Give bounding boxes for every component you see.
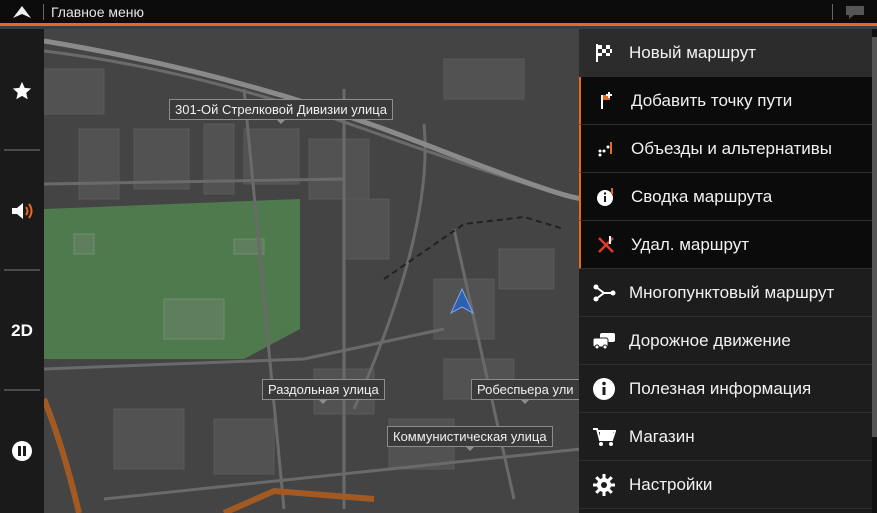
- gear-icon: [579, 461, 629, 509]
- pause-button[interactable]: [0, 429, 44, 473]
- favorites-button[interactable]: [0, 69, 44, 113]
- menu-item-label: Объезды и альтернативы: [631, 138, 833, 158]
- up-arrow-icon[interactable]: [0, 0, 44, 23]
- detour-icon: [581, 125, 631, 173]
- sound-button[interactable]: [0, 189, 44, 233]
- view-mode-button[interactable]: 2D: [0, 309, 44, 353]
- menu-item-route-summary[interactable]: Сводка маршрута: [579, 173, 872, 221]
- menu-item-add-waypoint[interactable]: Добавить точку пути: [579, 77, 872, 125]
- menu-item-useful-info[interactable]: Полезная информация: [579, 365, 872, 413]
- menu-item-label: Настройки: [629, 474, 713, 494]
- cart-icon: [579, 413, 629, 461]
- checkered-flag-icon: [579, 29, 629, 77]
- delete-route-icon: [581, 221, 631, 269]
- top-bar: Главное меню: [0, 0, 877, 26]
- add-waypoint-icon: [581, 77, 631, 125]
- menu-item-label: Полезная информация: [629, 378, 812, 398]
- traffic-icon: [579, 317, 629, 365]
- scrollbar-thumb[interactable]: [872, 37, 877, 437]
- menu-item-label: Дорожное движение: [629, 330, 791, 350]
- info-icon: [579, 365, 629, 413]
- main-menu: Новый маршрут Добавить точку пути Объезд…: [579, 29, 872, 513]
- street-label: Коммунистическая улица: [387, 426, 553, 451]
- pause-icon: [12, 441, 32, 461]
- divider: [4, 269, 40, 271]
- message-bubble-icon[interactable]: [840, 2, 870, 22]
- menu-item-label: Добавить точку пути: [631, 90, 793, 110]
- divider: [832, 4, 833, 20]
- menu-item-label: Удал. маршрут: [631, 234, 749, 254]
- street-label: Раздольная улица: [262, 379, 385, 404]
- menu-item-label: Многопунктовый маршрут: [629, 282, 835, 302]
- menu-item-multipoint-route[interactable]: Многопунктовый маршрут: [579, 269, 872, 317]
- menu-item-delete-route[interactable]: Удал. маршрут: [579, 221, 872, 269]
- multipoint-route-icon: [579, 269, 629, 317]
- menu-item-label: Новый маршрут: [629, 42, 756, 62]
- map-view[interactable]: 301-Ой Стрелковой Дивизии улица Раздольн…: [44, 29, 581, 513]
- view-mode-label: 2D: [11, 321, 33, 340]
- speaker-icon: [12, 203, 33, 219]
- street-label: Робеспьера ули: [471, 379, 580, 404]
- route-info-icon: [581, 173, 631, 221]
- map-controls-sidebar: 2D: [0, 29, 44, 513]
- menu-item-detours[interactable]: Объезды и альтернативы: [579, 125, 872, 173]
- menu-item-new-route[interactable]: Новый маршрут: [579, 29, 872, 77]
- menu-item-shop[interactable]: Магазин: [579, 413, 872, 461]
- menu-item-label: Магазин: [629, 426, 695, 446]
- page-title: Главное меню: [51, 4, 145, 20]
- divider: [43, 4, 44, 20]
- street-label: 301-Ой Стрелковой Дивизии улица: [169, 99, 393, 124]
- divider: [4, 149, 40, 151]
- star-icon: [12, 81, 32, 100]
- divider: [4, 389, 40, 391]
- menu-item-traffic[interactable]: Дорожное движение: [579, 317, 872, 365]
- menu-item-settings[interactable]: Настройки: [579, 461, 872, 509]
- menu-scrollbar[interactable]: [872, 29, 877, 513]
- menu-item-label: Сводка маршрута: [631, 186, 773, 206]
